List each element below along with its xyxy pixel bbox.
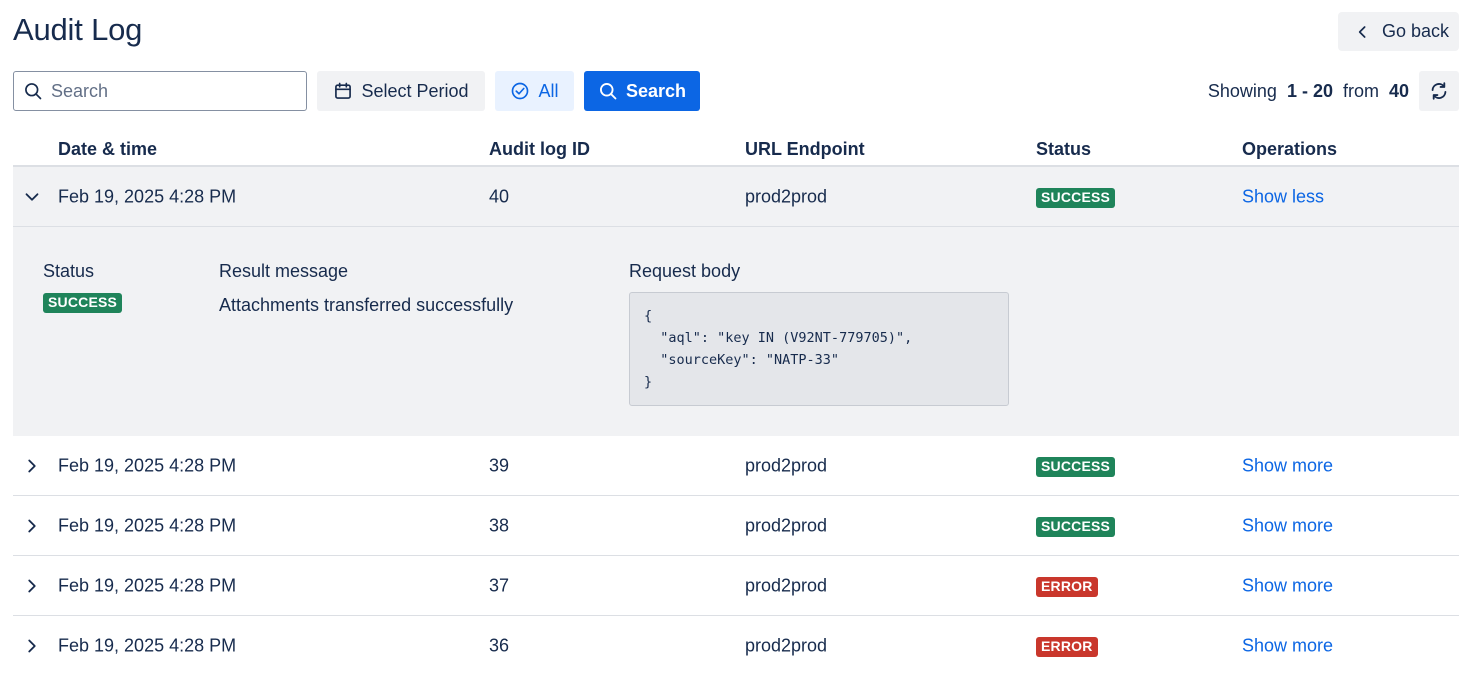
pagination-summary: Showing 1 - 20 from 40 xyxy=(1208,81,1409,102)
showing-total: 40 xyxy=(1388,81,1409,101)
chevron-right-icon[interactable] xyxy=(21,575,43,597)
row-audit-id: 39 xyxy=(489,455,510,475)
row-status-cell: ERROR xyxy=(1036,575,1098,597)
search-field[interactable] xyxy=(13,71,307,111)
row-endpoint: prod2prod xyxy=(745,186,828,206)
status-badge: SUCCESS xyxy=(1036,456,1116,477)
search-input[interactable] xyxy=(51,80,291,102)
detail-request-label: Request body xyxy=(629,261,741,281)
row-endpoint: prod2prod xyxy=(745,635,828,656)
refresh-icon xyxy=(1431,82,1447,100)
table-row: Feb 19, 2025 4:28 PM 40 prod2prod SUCCES… xyxy=(13,167,1459,227)
row-audit-id: 36 xyxy=(489,635,510,656)
chevron-left-icon xyxy=(1358,25,1366,38)
row-audit-id: 37 xyxy=(489,575,510,595)
row-date: Feb 19, 2025 4:28 PM xyxy=(58,186,237,206)
filter-all-label: All xyxy=(538,80,559,101)
audit-log-table: Date & time Audit log ID URL Endpoint St… xyxy=(13,128,1459,676)
row-status-cell: ERROR xyxy=(1036,635,1098,657)
select-period-label: Select Period xyxy=(361,80,469,101)
row-date: Feb 19, 2025 4:28 PM xyxy=(58,515,237,535)
status-badge: SUCCESS xyxy=(1036,516,1116,537)
showing-label: Showing xyxy=(1207,81,1277,101)
select-period-button[interactable]: Select Period xyxy=(317,71,485,111)
status-badge: SUCCESS xyxy=(43,293,123,313)
detail-status-cell: SUCCESS xyxy=(43,291,123,313)
chevron-down-icon[interactable] xyxy=(21,186,43,208)
column-header-endpoint: URL Endpoint xyxy=(745,139,865,159)
show-more-link[interactable]: Show more xyxy=(1242,515,1333,536)
show-more-link[interactable]: Show more xyxy=(1242,455,1333,476)
detail-result-label: Result message xyxy=(219,261,349,281)
row-status-cell: SUCCESS xyxy=(1036,186,1116,208)
go-back-label: Go back xyxy=(1382,21,1450,41)
status-badge: ERROR xyxy=(1036,637,1098,657)
row-endpoint: prod2prod xyxy=(745,455,828,475)
chevron-right-icon[interactable] xyxy=(21,635,43,657)
table-row: Feb 19, 2025 4:28 PM 38 prod2prod SUCCES… xyxy=(13,496,1459,556)
row-date: Feb 19, 2025 4:28 PM xyxy=(58,575,237,595)
search-button-label: Search xyxy=(625,80,687,101)
column-header-status: Status xyxy=(1036,139,1092,159)
refresh-button[interactable] xyxy=(1419,71,1459,111)
row-audit-id: 38 xyxy=(489,515,510,535)
status-badge: SUCCESS xyxy=(1036,187,1116,208)
row-status-cell: SUCCESS xyxy=(1036,515,1116,537)
row-date: Feb 19, 2025 4:28 PM xyxy=(58,635,237,656)
detail-status-label: Status xyxy=(43,261,95,281)
show-more-link[interactable]: Show more xyxy=(1242,636,1333,657)
column-header-operations: Operations xyxy=(1242,139,1338,159)
table-header: Date & time Audit log ID URL Endpoint St… xyxy=(13,128,1459,167)
row-endpoint: prod2prod xyxy=(745,575,828,595)
search-icon xyxy=(25,83,42,100)
request-body-code: { "aql": "key IN (V92NT-779705)", "sourc… xyxy=(629,292,1009,406)
chevron-right-icon[interactable] xyxy=(21,515,43,537)
row-detail-panel: Status SUCCESS Result message Attachment… xyxy=(13,227,1459,436)
row-audit-id: 40 xyxy=(489,186,510,206)
showing-range: 1 - 20 xyxy=(1286,81,1333,101)
table-row: Feb 19, 2025 4:28 PM 39 prod2prod SUCCES… xyxy=(13,436,1459,496)
show-more-link[interactable]: Show more xyxy=(1242,575,1333,596)
chevron-right-icon[interactable] xyxy=(21,455,43,477)
page-title: Audit Log xyxy=(13,12,143,47)
show-less-link[interactable]: Show less xyxy=(1242,186,1324,207)
status-badge: ERROR xyxy=(1036,576,1098,597)
search-button[interactable]: Search xyxy=(584,71,700,111)
go-back-button[interactable]: Go back xyxy=(1338,12,1459,51)
calendar-icon xyxy=(335,82,352,99)
check-circle-icon xyxy=(512,82,529,100)
filter-all-button[interactable]: All xyxy=(495,71,574,111)
row-status-cell: SUCCESS xyxy=(1036,455,1116,477)
from-label: from xyxy=(1342,81,1379,101)
search-icon xyxy=(599,83,617,100)
column-header-id: Audit log ID xyxy=(489,139,590,159)
detail-result-message: Attachments transferred successfully xyxy=(219,295,514,315)
column-header-date: Date & time xyxy=(58,139,158,159)
table-row: Feb 19, 2025 4:28 PM 36 prod2prod ERROR … xyxy=(13,616,1459,676)
row-date: Feb 19, 2025 4:28 PM xyxy=(58,455,237,475)
table-row: Feb 19, 2025 4:28 PM 37 prod2prod ERROR … xyxy=(13,556,1459,616)
row-endpoint: prod2prod xyxy=(745,515,828,535)
